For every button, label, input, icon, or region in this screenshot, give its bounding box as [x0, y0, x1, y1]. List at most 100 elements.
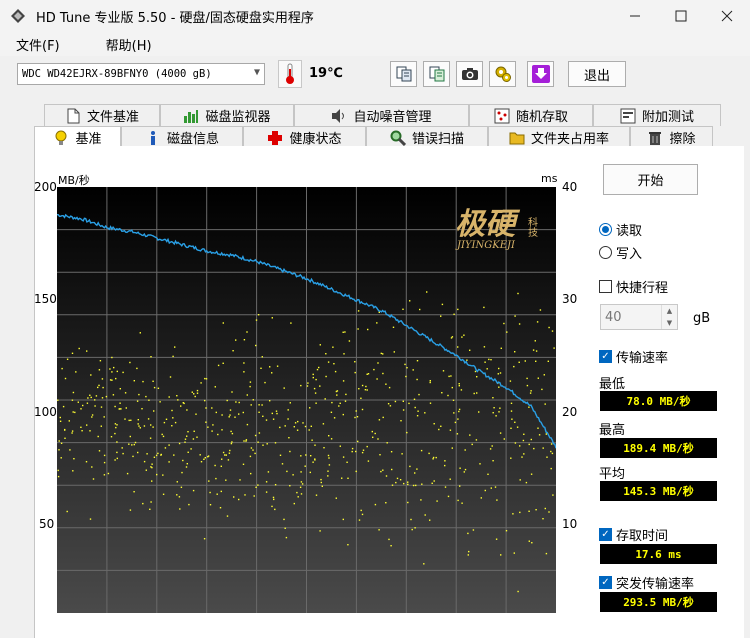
access-time-point [304, 425, 307, 428]
temperature-button[interactable] [278, 60, 302, 88]
minimize-button[interactable] [612, 0, 658, 32]
access-time-point [457, 346, 459, 348]
access-time-point [347, 477, 349, 479]
short-stroke-checkbox[interactable]: 快捷行程 [599, 277, 668, 296]
access-time-point [269, 400, 271, 402]
exit-button[interactable]: 退出 [568, 61, 626, 87]
access-time-point [212, 424, 214, 426]
access-time-point [351, 450, 353, 453]
access-time-point [86, 350, 88, 352]
access-time-point [512, 513, 514, 515]
menu-help[interactable]: 帮助(H) [98, 35, 160, 54]
access-time-point [129, 435, 131, 438]
tab-erase[interactable]: 擦除 [630, 126, 713, 148]
access-time-point [103, 454, 106, 457]
access-time-point [254, 434, 257, 437]
start-button[interactable]: 开始 [603, 164, 698, 195]
access-time-point [148, 399, 150, 401]
access-time-point [89, 430, 91, 432]
read-radio[interactable]: 读取 [599, 220, 642, 239]
access-time-point [114, 459, 116, 461]
transfer-rate-checkbox[interactable]: ✓ 传输速率 [599, 347, 668, 366]
access-time-point [316, 368, 319, 371]
tab-error-scan[interactable]: 错误扫描 [366, 126, 488, 148]
access-time-point [217, 364, 220, 367]
access-time-point [491, 445, 493, 447]
access-time-point [486, 368, 488, 370]
access-time-point [410, 518, 412, 521]
access-time-point [408, 402, 410, 405]
copy-text-button[interactable] [390, 61, 417, 87]
access-time-point [215, 477, 217, 480]
menu-file[interactable]: 文件(F) [8, 35, 68, 54]
tab-extra-tests[interactable]: 附加测试 [593, 104, 721, 126]
access-time-point [551, 452, 554, 455]
write-radio[interactable]: 写入 [599, 243, 642, 262]
tab-disk-info[interactable]: 磁盘信息 [121, 126, 243, 148]
access-time-point [143, 460, 146, 463]
access-time-point [207, 455, 210, 457]
access-time-point [149, 437, 152, 439]
access-time-point [204, 457, 206, 459]
access-time-point [300, 471, 302, 473]
drive-select[interactable]: WDC WD42EJRX-89BFNY0 (4000 gB) ▼ [17, 63, 265, 85]
copy-all-button[interactable] [423, 61, 450, 87]
avg-label: 平均 [599, 467, 626, 482]
access-time-point [66, 510, 68, 513]
access-time-point [137, 423, 139, 425]
access-time-point [185, 466, 188, 468]
access-time-point [216, 493, 218, 495]
access-time-point [310, 455, 312, 457]
access-time-point [416, 378, 418, 381]
access-time-point [420, 449, 423, 452]
screenshot-button[interactable] [456, 61, 483, 87]
right-axis-unit: ms [541, 172, 558, 185]
access-time-point [553, 347, 555, 349]
access-time-point [205, 407, 207, 409]
tab-disk-monitor[interactable]: 磁盘监视器 [160, 104, 294, 126]
access-time-point [162, 493, 165, 495]
access-time-point [293, 502, 295, 505]
tab-health[interactable]: 健康状态 [243, 126, 366, 148]
access-time-point [297, 496, 299, 498]
access-time-point [231, 391, 233, 393]
tab-aam[interactable]: 自动噪音管理 [294, 104, 469, 126]
access-time-point [136, 400, 139, 402]
burst-rate-checkbox[interactable]: ✓ 突发传输速率 [599, 573, 694, 592]
tab-random-access[interactable]: 随机存取 [469, 104, 593, 126]
access-time-point [160, 454, 162, 456]
access-time-point [231, 432, 234, 435]
access-time-checkbox[interactable]: ✓ 存取时间 [599, 525, 668, 544]
tab-folder-usage[interactable]: 文件夹占用率 [488, 126, 630, 148]
access-time-point [309, 471, 311, 474]
access-time-point [459, 485, 461, 487]
access-time-point [72, 411, 74, 413]
short-stroke-spinner[interactable]: 40 ▲ ▼ [600, 304, 678, 330]
access-time-point [314, 392, 317, 394]
access-time-point [403, 482, 405, 485]
spinner-arrows[interactable]: ▲ ▼ [661, 305, 677, 329]
access-time-point [495, 538, 498, 540]
maximize-button[interactable] [658, 0, 704, 32]
access-time-point [373, 368, 375, 371]
close-button[interactable] [704, 0, 750, 32]
access-time-point [457, 308, 459, 311]
access-time-point [545, 552, 548, 555]
access-time-point [272, 496, 275, 499]
save-button[interactable] [527, 61, 554, 87]
tab-benchmark[interactable]: 基准 [34, 126, 121, 148]
tab-file-benchmark[interactable]: 文件基准 [44, 104, 160, 126]
access-time-point [514, 315, 516, 317]
access-time-point [458, 408, 461, 411]
folder-icon [509, 130, 525, 146]
access-time-point [281, 463, 284, 465]
access-time-point [372, 436, 374, 438]
access-time-point [124, 392, 127, 394]
access-time-point [229, 414, 231, 416]
title-bar: HD Tune 专业版 5.50 - 硬盘/固态硬盘实用程序 [0, 0, 750, 32]
thermometer-icon [286, 63, 294, 84]
access-time-point [159, 401, 161, 403]
access-time-point [429, 380, 431, 382]
options-button[interactable] [489, 61, 516, 87]
read-radio-label: 读取 [616, 224, 643, 239]
